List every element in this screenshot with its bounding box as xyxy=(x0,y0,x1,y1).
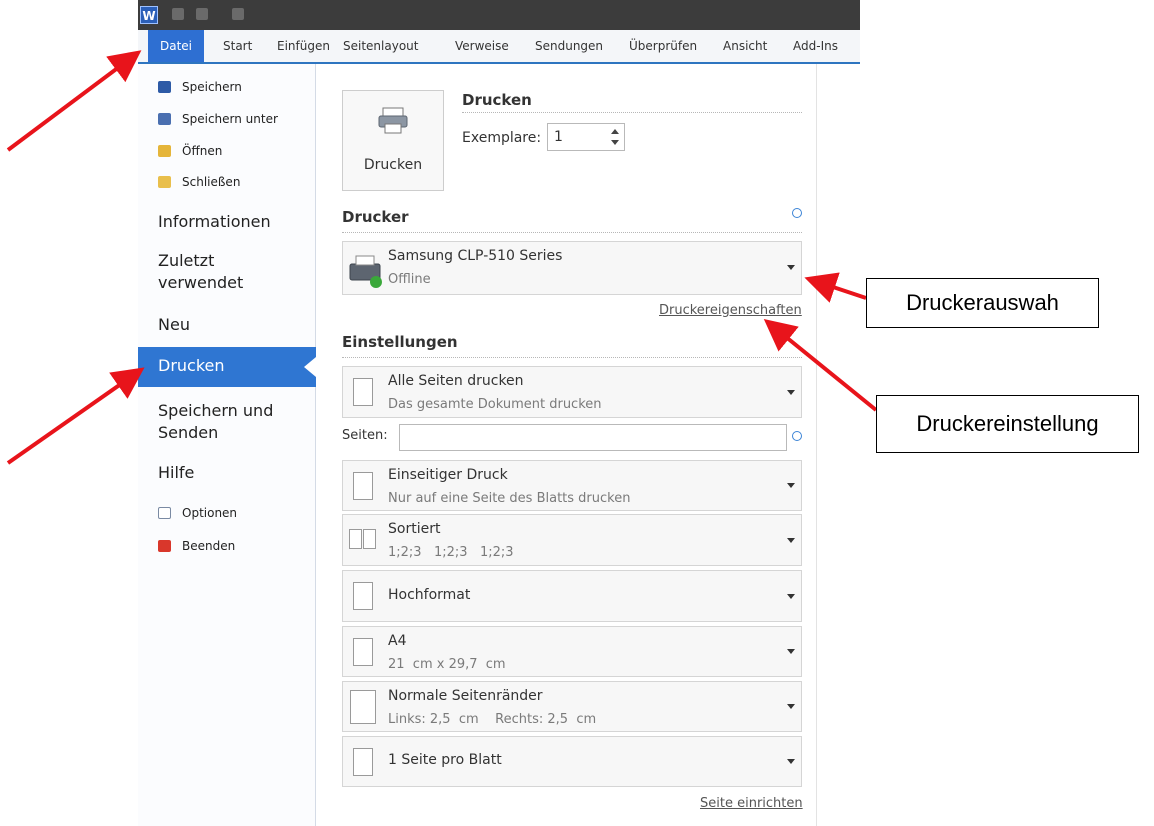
callout-printer-select: Druckerauswah xyxy=(866,278,1099,328)
arrow-to-printer-properties xyxy=(763,318,878,412)
arrow-to-datei-tab xyxy=(6,50,142,152)
arrow-to-drucken-nav xyxy=(6,367,145,465)
callout-printer-settings: Druckereinstellung xyxy=(876,395,1139,453)
arrow-to-printer-select xyxy=(804,272,867,303)
